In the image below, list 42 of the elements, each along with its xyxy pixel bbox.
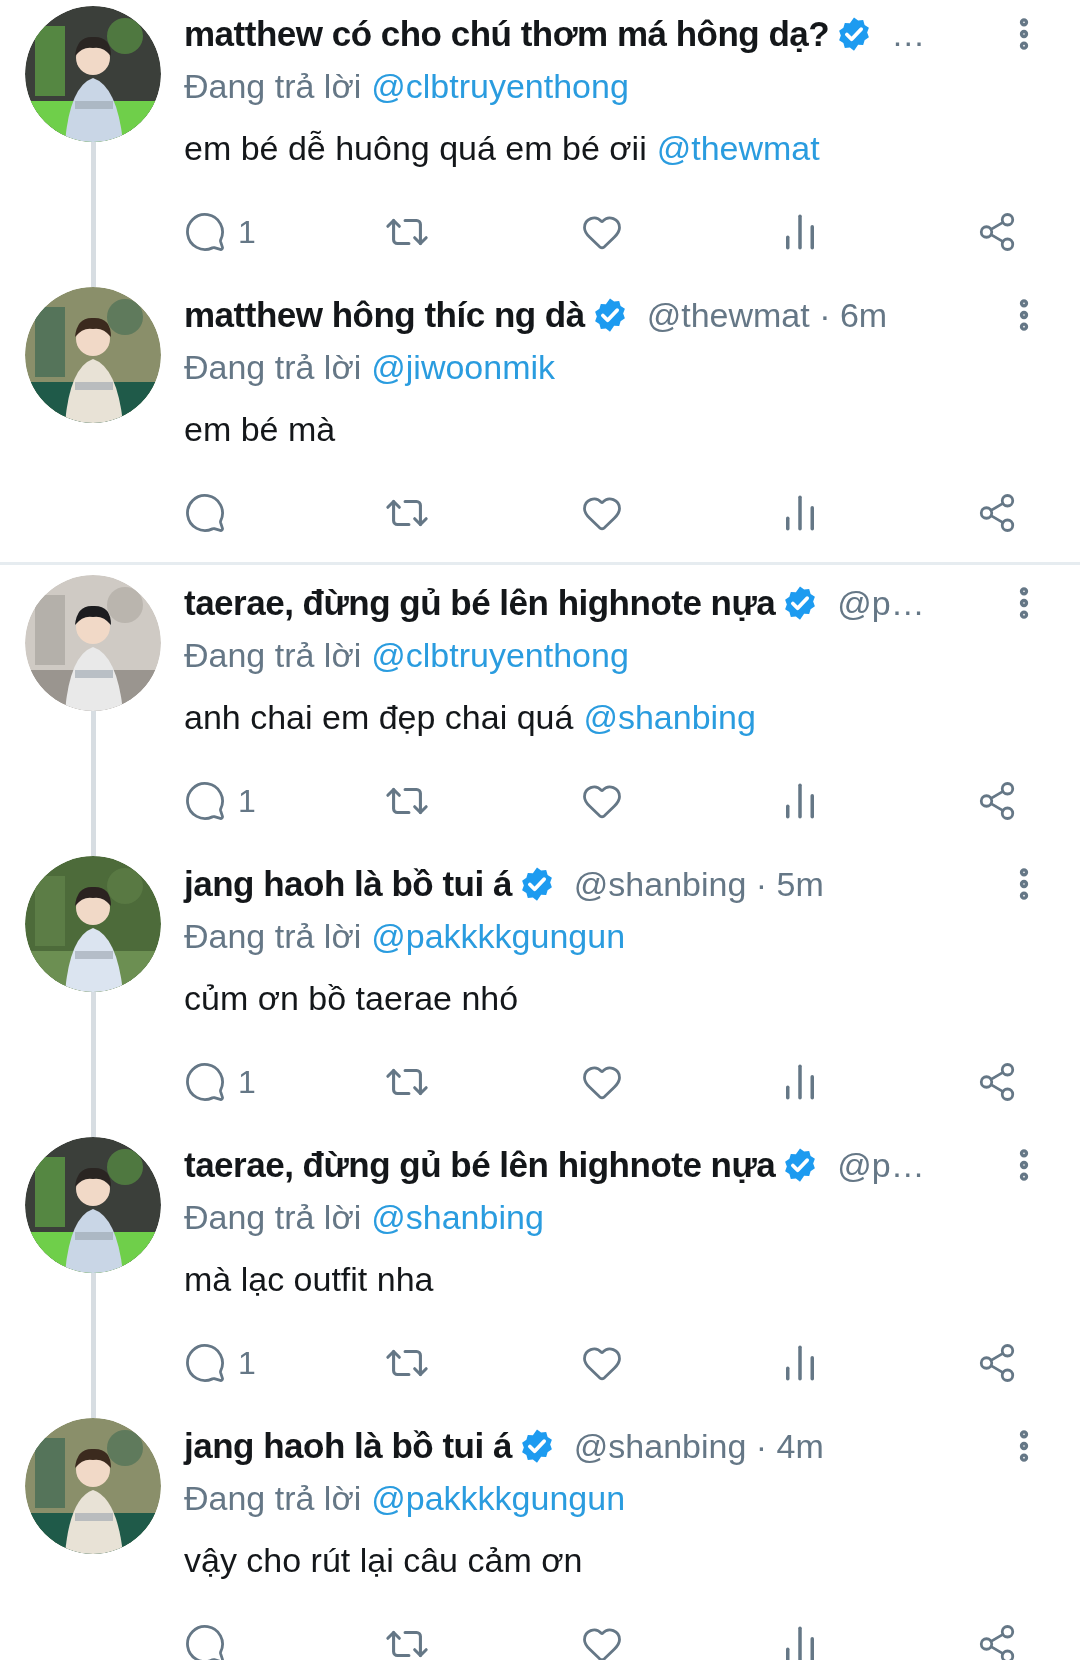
- handle-time: …: [891, 13, 926, 55]
- replying-label: Đang trả lời: [184, 1196, 362, 1238]
- handle-time: @thewmat · 6m: [646, 294, 888, 336]
- mention-link[interactable]: @shanbing: [371, 1191, 544, 1243]
- replying-label: Đang trả lời: [184, 346, 362, 388]
- mention-link[interactable]: @clbtruyenthong: [371, 60, 629, 112]
- display-name: matthew hông thíc ng dà: [184, 293, 585, 336]
- tweet-text: em bé dễ huông quá em bé ơii: [184, 127, 647, 169]
- replying-label: Đang trả lời: [184, 634, 362, 676]
- mention-link[interactable]: @clbtruyenthong: [371, 629, 629, 681]
- tweet-text: mà lạc outfit nha: [184, 1258, 434, 1300]
- reply-icon[interactable]: [184, 780, 226, 822]
- display-name: taerae, đừng gủ bé lên highnote nựa: [184, 1143, 776, 1186]
- handle-time: @p…: [837, 1144, 925, 1186]
- reply-count: 1: [238, 782, 256, 821]
- reply-count: 1: [238, 1344, 256, 1383]
- mention-link[interactable]: @thewmat: [656, 122, 820, 174]
- tweet-text: anh chai em đẹp chai quá: [184, 696, 574, 738]
- reply-count: 1: [238, 1063, 256, 1102]
- display-name: matthew có cho chú thơm má hông dạ?: [184, 12, 830, 55]
- reply-icon[interactable]: [184, 1342, 226, 1384]
- replying-label: Đang trả lời: [184, 1477, 362, 1519]
- handle-time: @shanbing · 4m: [573, 1425, 824, 1467]
- handle-time: @p…: [837, 582, 925, 624]
- reply-count: 1: [238, 213, 256, 252]
- mention-link[interactable]: @jiwoonmik: [371, 341, 556, 393]
- replying-label: Đang trả lời: [184, 65, 362, 107]
- handle-time: @shanbing · 5m: [573, 863, 824, 905]
- mention-link[interactable]: @pakkkkgungun: [371, 910, 626, 962]
- mention-link[interactable]: @pakkkkgungun: [371, 1472, 626, 1524]
- reply-icon[interactable]: [184, 211, 226, 253]
- display-name: taerae, đừng gủ bé lên highnote nựa: [184, 581, 776, 624]
- reply-icon[interactable]: [184, 1061, 226, 1103]
- tweet-text: em bé mà: [184, 408, 336, 450]
- reply-icon[interactable]: [184, 1623, 226, 1660]
- tweet-text: vậy cho rút lại câu cảm ơn: [184, 1539, 583, 1581]
- tweet-text: củm ơn bồ taerae nhó: [184, 977, 519, 1019]
- display-name: jang haoh là bồ tui á: [184, 1424, 512, 1467]
- replying-label: Đang trả lời: [184, 915, 362, 957]
- display-name: jang haoh là bồ tui á: [184, 862, 512, 905]
- mention-link[interactable]: @shanbing: [583, 691, 756, 743]
- reply-icon[interactable]: [184, 492, 226, 534]
